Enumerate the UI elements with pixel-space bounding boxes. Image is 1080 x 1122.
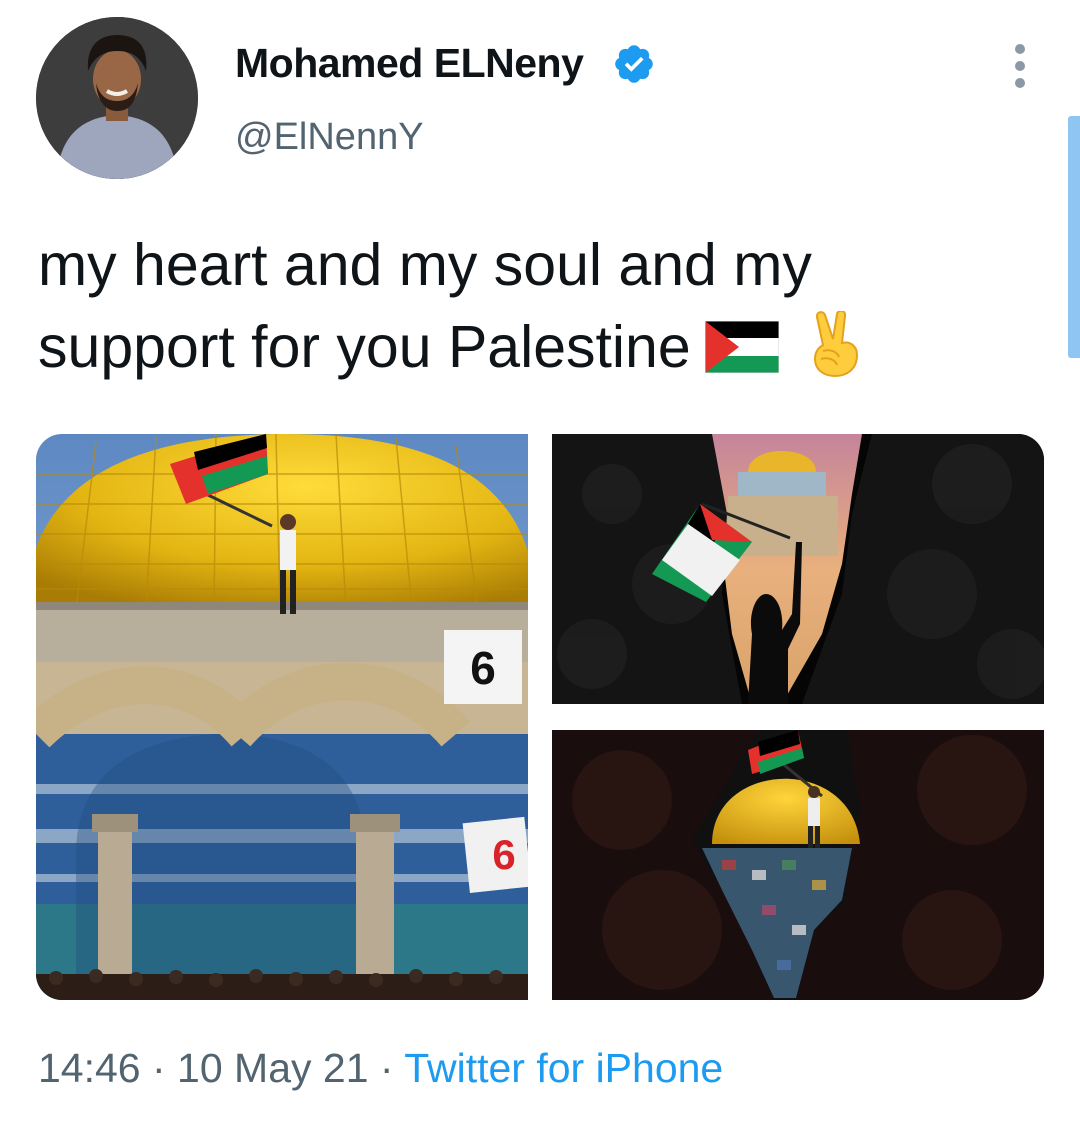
victory-hand-icon [809, 309, 865, 398]
tweet-text-line: my heart and my soul and my [38, 232, 812, 298]
media-grid: 6 6 [36, 434, 1044, 1000]
media-image-3[interactable] [552, 730, 1044, 1000]
tweet-text: my heart and my soul and my support for … [38, 224, 1038, 398]
tweet-meta: 14:46 · 10 May 21 · Twitter for iPhone [38, 1045, 723, 1092]
flag-silhouette-cave-photo [552, 434, 1044, 704]
media-image-1[interactable]: 6 6 [36, 434, 528, 1000]
palestine-map-dome-photo [552, 730, 1044, 1000]
tweet-date[interactable]: 10 May 21 [177, 1045, 368, 1091]
meta-separator: · [140, 1045, 178, 1091]
meta-separator-2: · [368, 1045, 405, 1091]
dome-of-the-rock-photo: 6 6 [36, 434, 528, 1000]
tweet-text-line-2: support for you Palestine [38, 306, 1038, 398]
author-name[interactable]: Mohamed ELNeny [235, 40, 584, 87]
scrollbar[interactable] [1068, 116, 1080, 358]
palestine-flag-icon [704, 312, 780, 394]
verified-badge-icon [615, 45, 653, 83]
author-handle[interactable]: @ElNennY [235, 116, 424, 159]
avatar-photo [36, 17, 198, 179]
avatar[interactable] [36, 17, 198, 179]
tweet-time[interactable]: 14:46 [38, 1045, 141, 1091]
media-image-2[interactable] [552, 434, 1044, 704]
more-options-icon[interactable] [1006, 42, 1034, 90]
tweet-text-segment: support for you Palestine [38, 314, 691, 380]
svg-text:6: 6 [470, 642, 496, 694]
tweet-source-link[interactable]: Twitter for iPhone [404, 1045, 723, 1091]
svg-text:6: 6 [492, 831, 515, 878]
